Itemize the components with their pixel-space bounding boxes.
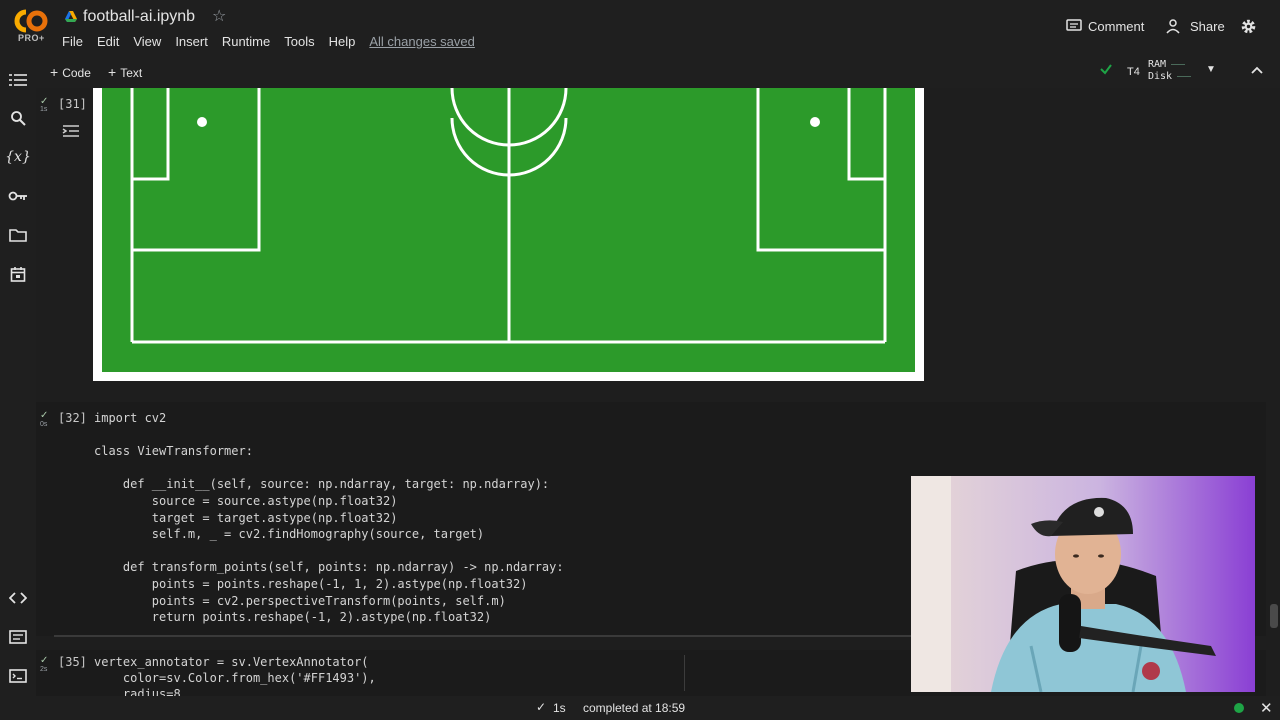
close-icon[interactable]: ✕ bbox=[1260, 699, 1273, 717]
code-line[interactable]: points = cv2.perspectiveTransform(points… bbox=[94, 594, 506, 608]
add-text-button[interactable]: + Text bbox=[108, 64, 142, 80]
menu-edit[interactable]: Edit bbox=[97, 34, 119, 49]
star-icon[interactable]: ☆ bbox=[212, 6, 226, 26]
menu-insert[interactable]: Insert bbox=[175, 34, 208, 49]
drive-icon[interactable] bbox=[64, 10, 78, 24]
execution-status-message[interactable]: completed at 18:59 bbox=[583, 701, 685, 715]
run-status-check-icon: ✓ bbox=[40, 410, 49, 421]
calendar-icon[interactable] bbox=[8, 264, 28, 284]
gear-icon bbox=[1241, 19, 1256, 34]
comment-icon bbox=[1066, 19, 1082, 31]
comment-label: Comment bbox=[1088, 18, 1145, 34]
webcam-overlay bbox=[911, 476, 1255, 692]
share-label: Share bbox=[1190, 18, 1225, 34]
share-button[interactable]: Share bbox=[1166, 18, 1225, 34]
code-line[interactable]: return points.reshape(-1, 2).astype(np.f… bbox=[94, 610, 492, 624]
variables-icon[interactable]: {x} bbox=[5, 147, 31, 167]
connected-check-icon bbox=[1100, 64, 1112, 75]
right-penalty-spot bbox=[810, 117, 820, 127]
output-actions-icon[interactable] bbox=[61, 123, 81, 139]
cell-execution-count[interactable]: [32] bbox=[58, 411, 87, 425]
left-sidebar: {x} bbox=[0, 56, 36, 696]
notebook-title[interactable]: football-ai.ipynb bbox=[83, 8, 195, 26]
toc-icon[interactable] bbox=[8, 70, 28, 90]
resource-monitor[interactable]: RAM Disk bbox=[1148, 59, 1192, 83]
menu-tools[interactable]: Tools bbox=[284, 34, 314, 49]
completed-check-icon: ✓ bbox=[536, 700, 547, 714]
column-ruler bbox=[684, 655, 685, 691]
runtime-dropdown[interactable]: ▼ bbox=[1206, 64, 1216, 75]
ram-label: RAM bbox=[1148, 59, 1167, 70]
code-line[interactable]: self.m, _ = cv2.findHomography(source, t… bbox=[94, 527, 484, 541]
cell-execution-count[interactable]: [31] bbox=[58, 97, 87, 111]
cell-execution-count[interactable]: [35] bbox=[58, 655, 87, 669]
disk-label: Disk bbox=[1148, 71, 1173, 82]
soccer-pitch-drawing bbox=[102, 88, 915, 372]
runtime-status-dot bbox=[1234, 703, 1244, 713]
search-icon[interactable] bbox=[8, 108, 28, 128]
menu-file[interactable]: File bbox=[62, 34, 83, 49]
code-line[interactable]: def __init__(self, source: np.ndarray, t… bbox=[94, 477, 549, 491]
code-line[interactable]: def transform_points(self, points: np.nd… bbox=[94, 560, 564, 574]
cell-duration: 2s bbox=[40, 666, 48, 673]
chevron-up-icon[interactable] bbox=[1250, 63, 1264, 77]
settings-button[interactable] bbox=[1240, 18, 1263, 35]
code-line[interactable]: import cv2 bbox=[94, 411, 166, 425]
code-snippets-icon[interactable] bbox=[8, 588, 28, 608]
key-icon[interactable] bbox=[8, 186, 28, 206]
cell-horizontal-scrollbar[interactable] bbox=[54, 635, 911, 637]
cell-duration: 1s bbox=[40, 106, 48, 113]
execution-duration: 1s bbox=[553, 701, 566, 715]
gpu-type[interactable]: T4 bbox=[1127, 66, 1140, 78]
app-header: PRO+ football-ai.ipynb ☆ File Edit View … bbox=[0, 0, 1280, 56]
page-scrollbar[interactable] bbox=[1270, 604, 1278, 628]
menu-help[interactable]: Help bbox=[329, 34, 356, 49]
menu-bar: File Edit View Insert Runtime Tools Help… bbox=[62, 34, 489, 49]
comment-button[interactable]: Comment bbox=[1066, 18, 1144, 34]
run-status-check-icon: ✓ bbox=[40, 655, 49, 666]
code-line[interactable]: points = points.reshape(-1, 1, 2).astype… bbox=[94, 577, 528, 591]
code-line[interactable]: target = target.astype(np.float32) bbox=[94, 511, 398, 525]
status-bar: ✓ 1s completed at 18:59 ✕ bbox=[0, 696, 1280, 720]
notebook-toolbar: + Code + Text T4 RAM Disk ▼ bbox=[36, 56, 1280, 88]
cell-duration: 0s bbox=[40, 421, 48, 428]
code-line[interactable]: source = source.astype(np.float32) bbox=[94, 494, 398, 508]
code-line[interactable]: radius=8 bbox=[94, 687, 181, 696]
code-line[interactable]: vertex_annotator = sv.VertexAnnotator( bbox=[94, 655, 369, 669]
command-palette-icon[interactable] bbox=[8, 627, 28, 647]
folder-icon[interactable] bbox=[8, 225, 28, 245]
save-status[interactable]: All changes saved bbox=[369, 34, 475, 49]
menu-view[interactable]: View bbox=[133, 34, 161, 49]
plan-badge: PRO+ bbox=[18, 33, 45, 43]
code-line[interactable]: color=sv.Color.from_hex('#FF1493'), bbox=[94, 671, 376, 685]
menu-runtime[interactable]: Runtime bbox=[222, 34, 270, 49]
terminal-icon[interactable] bbox=[8, 666, 28, 686]
add-code-button[interactable]: + Code bbox=[50, 64, 91, 80]
code-line[interactable]: class ViewTransformer: bbox=[94, 444, 253, 458]
left-penalty-spot bbox=[197, 117, 207, 127]
person-add-icon bbox=[1166, 19, 1180, 34]
